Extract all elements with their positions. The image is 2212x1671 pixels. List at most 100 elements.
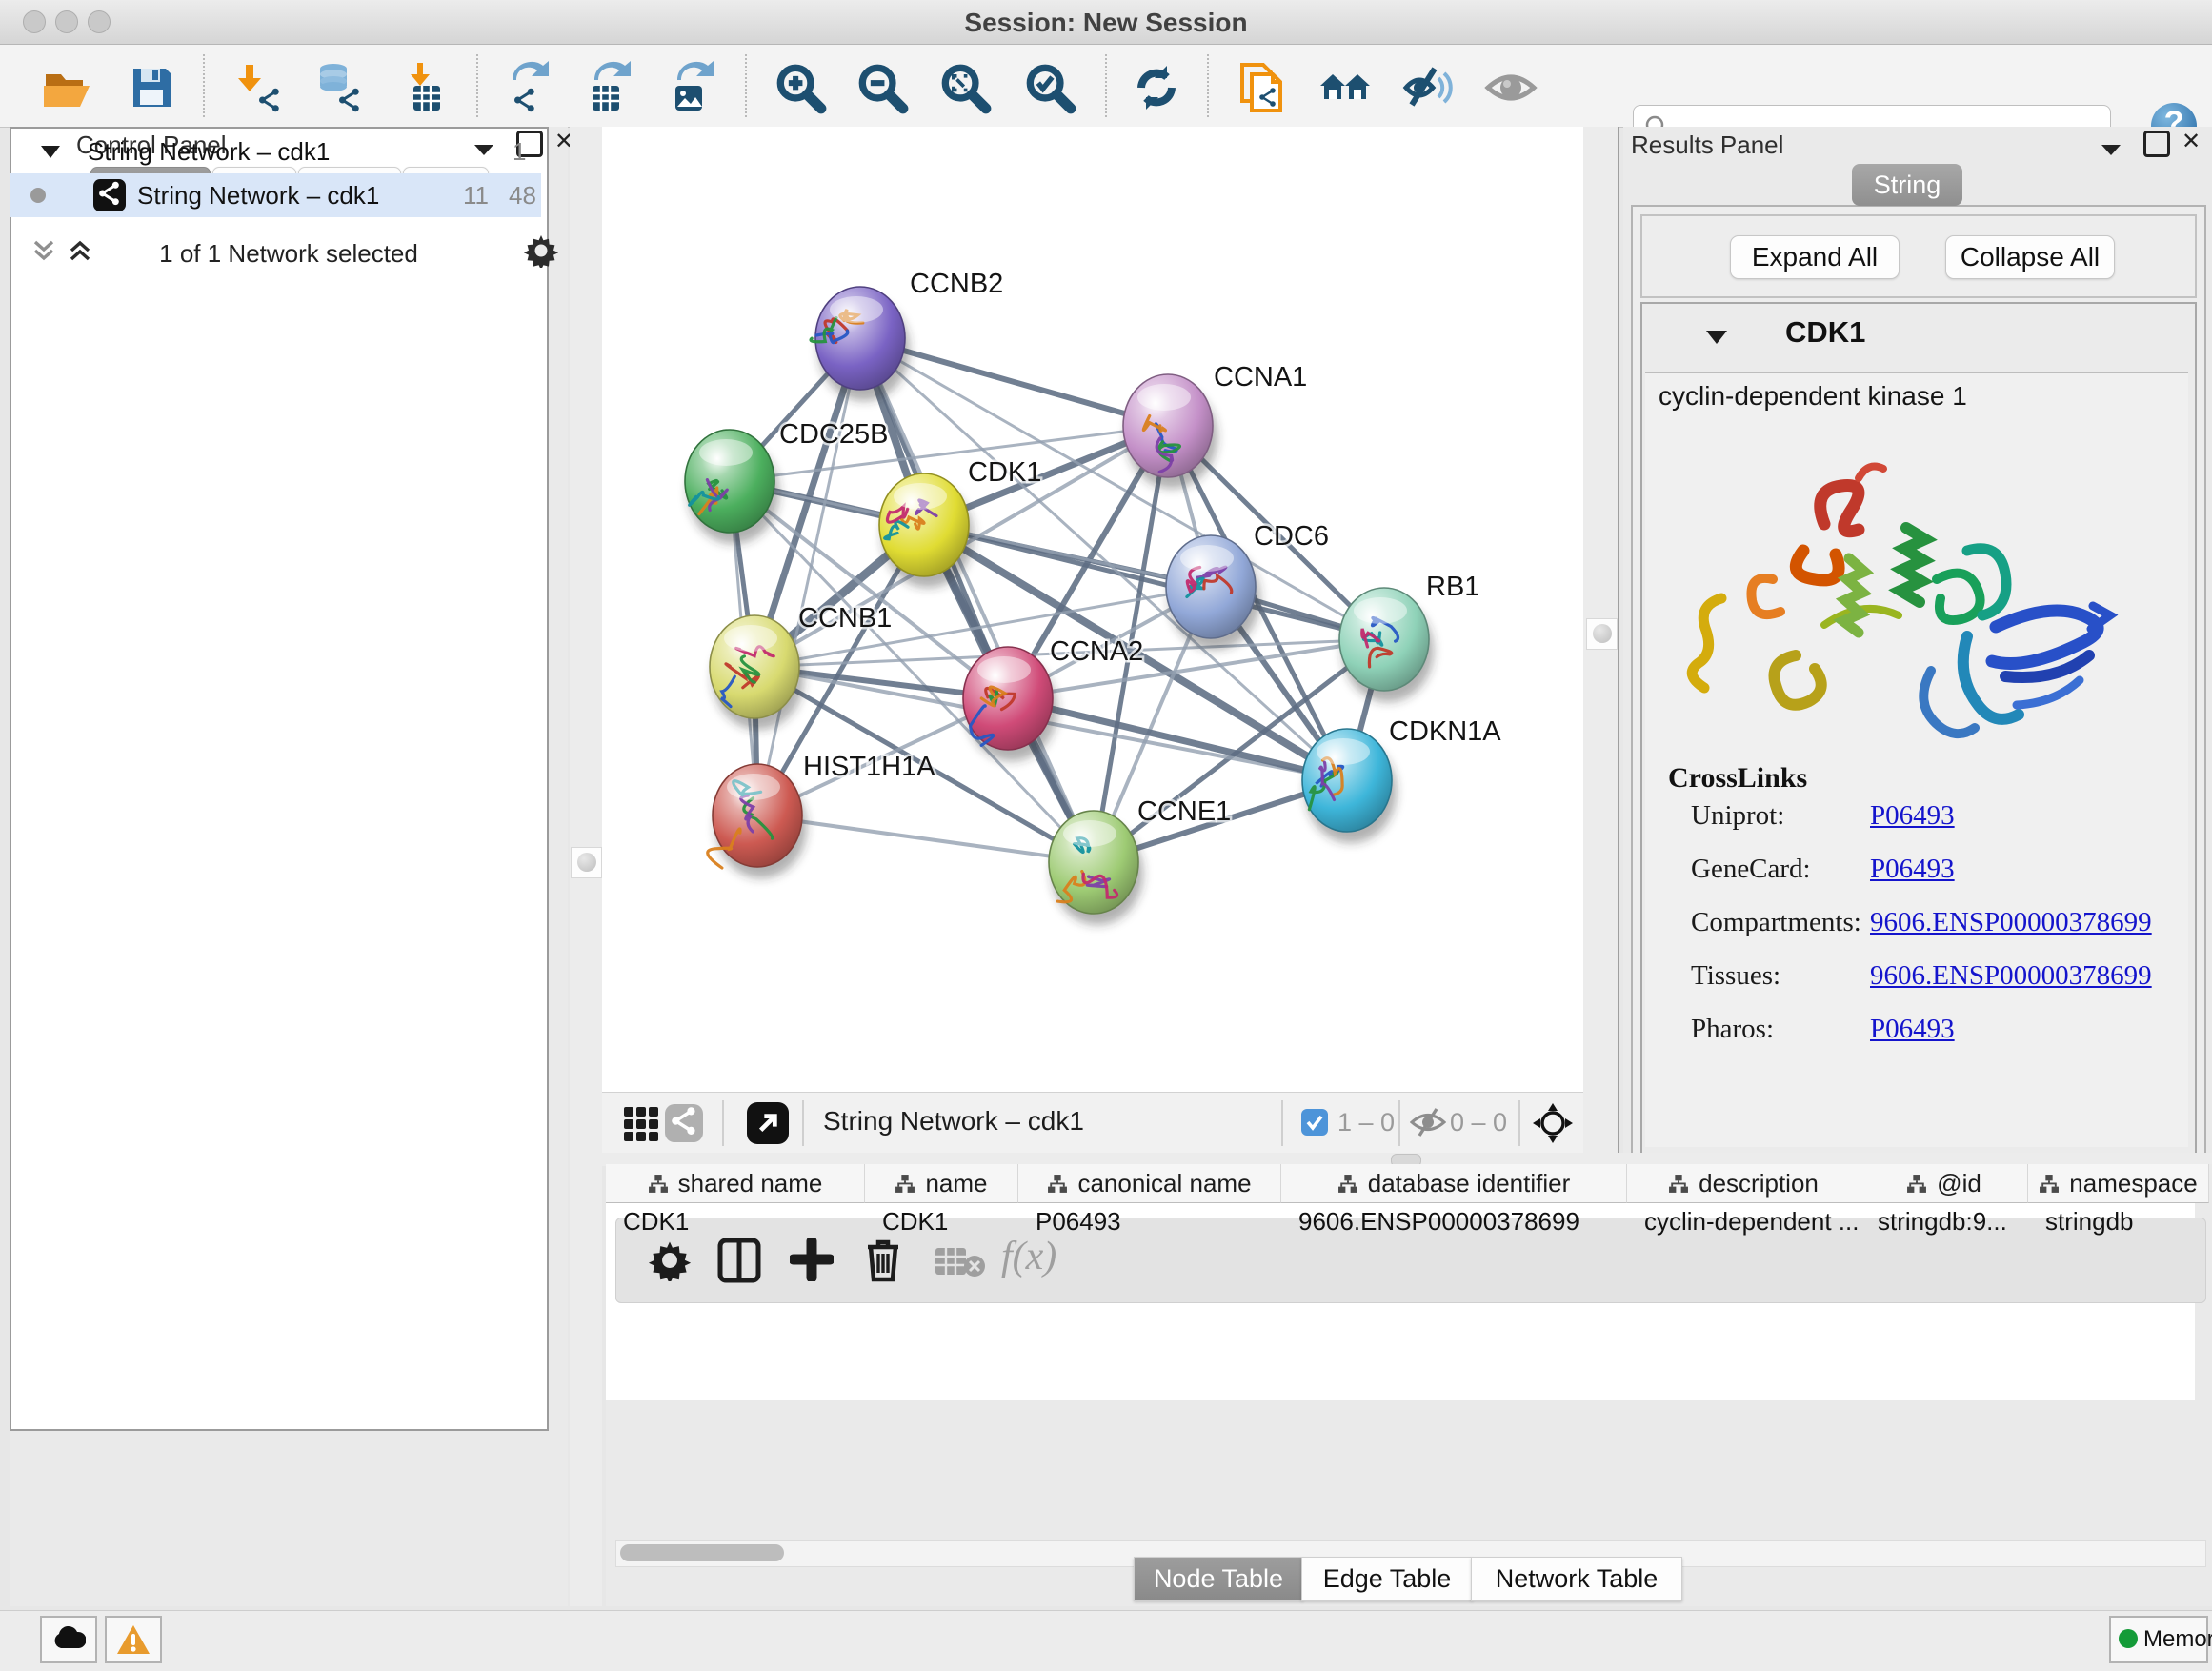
fit-selected-crosshair-icon[interactable] bbox=[1532, 1102, 1574, 1144]
crosslink-link[interactable]: P06493 bbox=[1870, 1014, 1955, 1045]
zoom-fit-icon bbox=[938, 61, 992, 114]
column-header-canonical-name[interactable]: canonical name bbox=[1018, 1164, 1281, 1203]
toolbar-separator bbox=[802, 1100, 804, 1146]
table-cell[interactable]: P06493 bbox=[1018, 1203, 1280, 1239]
main-toolbar: ? bbox=[0, 45, 2212, 128]
crosslink-link[interactable]: P06493 bbox=[1870, 854, 1955, 885]
panel-divider[interactable] bbox=[570, 127, 602, 1606]
network-row-selected[interactable]: String Network – cdk1 11 48 bbox=[10, 173, 541, 217]
expander-icon[interactable] bbox=[40, 144, 61, 159]
column-header-namespace[interactable]: namespace bbox=[2028, 1164, 2195, 1203]
network-edge[interactable] bbox=[757, 815, 1094, 862]
node-label: CCNA1 bbox=[1214, 362, 1307, 393]
collapse-all-button[interactable]: Collapse All bbox=[1945, 235, 2115, 279]
crosslink-link[interactable]: P06493 bbox=[1870, 800, 1955, 832]
tab-string[interactable]: String bbox=[1852, 164, 1962, 206]
hidden-eye-slash-icon bbox=[1410, 1108, 1446, 1137]
apply-layout-button[interactable] bbox=[1130, 61, 1183, 114]
node-label: CCNB2 bbox=[910, 269, 1003, 299]
export-table-button[interactable] bbox=[581, 61, 634, 114]
table-cell[interactable]: CDK1 bbox=[865, 1203, 1017, 1239]
section-expander-icon[interactable] bbox=[1705, 329, 1728, 345]
toolbar-separator bbox=[722, 1100, 724, 1146]
selected-checkbox[interactable] bbox=[1301, 1109, 1328, 1136]
divider-handle[interactable] bbox=[571, 847, 602, 878]
table-cell[interactable]: stringdb:9... bbox=[1860, 1203, 2027, 1239]
tab-edge-table[interactable]: Edge Table bbox=[1301, 1557, 1473, 1601]
collection-label: String Network – cdk1 bbox=[88, 137, 330, 167]
import-network-database-button[interactable] bbox=[312, 61, 366, 114]
cloud-icon bbox=[51, 1625, 86, 1650]
table-icon bbox=[413, 86, 440, 111]
column-header-database-identifier[interactable]: database identifier bbox=[1281, 1164, 1627, 1203]
network-edge[interactable] bbox=[757, 338, 860, 815]
duplicate-network-button[interactable] bbox=[1235, 61, 1288, 114]
detach-view-icon[interactable] bbox=[747, 1102, 789, 1144]
zoom-selected-icon bbox=[1023, 61, 1076, 114]
selected-count: 1 – 0 bbox=[1337, 1108, 1395, 1137]
export-network-button[interactable] bbox=[499, 61, 553, 114]
toolbar-separator bbox=[1281, 1100, 1283, 1146]
table-cell[interactable]: CDK1 bbox=[606, 1203, 864, 1239]
zoom-in-button[interactable] bbox=[774, 61, 827, 114]
show-columns-icon[interactable] bbox=[717, 1238, 761, 1283]
network-node-CDKN1A[interactable]: CDKN1A bbox=[1302, 716, 1501, 843]
import-table-button[interactable] bbox=[400, 61, 453, 114]
crosslink-link[interactable]: 9606.ENSP00000378699 bbox=[1870, 907, 2152, 938]
export-image-button[interactable] bbox=[664, 61, 717, 114]
divider-handle[interactable] bbox=[1586, 618, 1618, 650]
tab-node-table[interactable]: Node Table bbox=[1134, 1557, 1303, 1601]
cloud-status-button[interactable] bbox=[40, 1616, 97, 1663]
float-panel-icon[interactable] bbox=[2143, 131, 2170, 157]
gear-icon[interactable] bbox=[649, 1239, 691, 1281]
open-session-button[interactable] bbox=[40, 61, 93, 114]
gear-icon[interactable] bbox=[524, 233, 558, 268]
crosslink-link[interactable]: 9606.ENSP00000378699 bbox=[1870, 960, 2152, 992]
tab-network-table[interactable]: Network Table bbox=[1471, 1557, 1682, 1601]
trash-icon[interactable] bbox=[862, 1236, 904, 1283]
table-cell[interactable]: 9606.ENSP00000378699 bbox=[1281, 1203, 1626, 1239]
close-panel-icon[interactable]: ✕ bbox=[2182, 128, 2201, 155]
memory-status-dot bbox=[2119, 1629, 2138, 1648]
network-edge[interactable] bbox=[860, 338, 1094, 862]
zoom-fit-button[interactable] bbox=[938, 61, 992, 114]
import-network-file-button[interactable] bbox=[232, 61, 286, 114]
database-icon bbox=[320, 64, 347, 91]
results-panel: Results Panel ✕ String Expand All Collap… bbox=[1623, 127, 2212, 1160]
share-view-icon[interactable] bbox=[665, 1104, 703, 1142]
string-results-container: Expand All Collapse All CDK1 cyclin-depe… bbox=[1631, 205, 2206, 1164]
memory-button[interactable]: Memory bbox=[2109, 1616, 2208, 1663]
network-node-CCNB1[interactable]: CCNB1 bbox=[710, 603, 892, 730]
zoom-selected-button[interactable] bbox=[1023, 61, 1076, 114]
scrollbar-thumb[interactable] bbox=[620, 1544, 784, 1561]
network-node-HIST1H1A[interactable]: HIST1H1A bbox=[708, 752, 935, 878]
network-node-CCNE1[interactable]: CCNE1 bbox=[1049, 796, 1231, 925]
panel-divider[interactable] bbox=[1583, 127, 1619, 1153]
warnings-button[interactable] bbox=[105, 1616, 162, 1663]
image-icon bbox=[675, 86, 702, 111]
network-graph[interactable]: CCNB2CCNA1CDC25BCDK1CDC6RB1CCNB1CCNA2CDK… bbox=[602, 127, 1583, 1092]
attribute-type-icon bbox=[2039, 1174, 2060, 1195]
zoom-out-button[interactable] bbox=[855, 61, 909, 114]
toolbar-separator bbox=[1105, 54, 1107, 117]
network-canvas[interactable]: CCNB2CCNA1CDC25BCDK1CDC6RB1CCNB1CCNA2CDK… bbox=[602, 127, 1583, 1092]
birds-eye-view-icon[interactable] bbox=[623, 1106, 659, 1142]
network-node-RB1[interactable]: RB1 bbox=[1339, 572, 1479, 702]
column-header-shared-name[interactable]: shared name bbox=[606, 1164, 865, 1203]
hide-selected-button[interactable] bbox=[1402, 61, 1456, 114]
show-all-button[interactable] bbox=[1484, 61, 1538, 114]
save-session-button[interactable] bbox=[126, 61, 179, 114]
add-icon[interactable] bbox=[790, 1238, 834, 1281]
expand-all-button[interactable]: Expand All bbox=[1730, 235, 1900, 279]
refresh-icon bbox=[1130, 61, 1183, 114]
table-cell[interactable]: cyclin-dependent ... bbox=[1627, 1203, 1860, 1239]
network-collection-row[interactable]: String Network – cdk1 1 bbox=[10, 130, 541, 173]
panel-menu-icon[interactable] bbox=[2100, 142, 2122, 157]
table-cell[interactable]: stringdb bbox=[2028, 1203, 2195, 1239]
results-panel-title: Results Panel bbox=[1631, 131, 1783, 160]
column-header-name[interactable]: name bbox=[865, 1164, 1018, 1203]
column-header-description[interactable]: description bbox=[1627, 1164, 1860, 1203]
session-home-button[interactable] bbox=[1318, 61, 1372, 114]
network-node-CDC6[interactable]: CDC6 bbox=[1166, 521, 1329, 650]
column-header--id[interactable]: @id bbox=[1860, 1164, 2028, 1203]
